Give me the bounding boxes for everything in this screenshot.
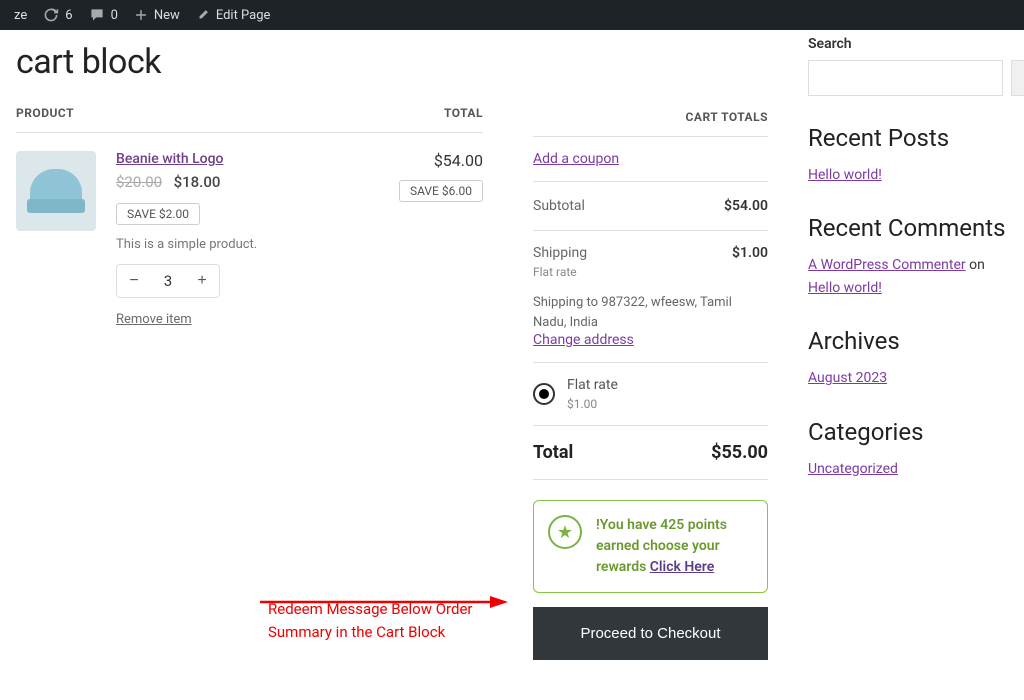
shipping-address: Shipping to 987322, wfeesw, Tamil Nadu, … [533, 293, 768, 332]
flat-rate-label: Flat rate [567, 377, 618, 393]
beanie-icon [30, 169, 82, 213]
proceed-to-checkout-button[interactable]: Proceed to Checkout [533, 607, 768, 660]
reward-click-here-link[interactable]: Click Here [650, 559, 714, 575]
adminbar-new[interactable]: New [126, 0, 188, 30]
subtotal-label: Subtotal [533, 198, 585, 214]
annotation-arrow [260, 592, 510, 612]
plus-icon [134, 8, 148, 22]
total-label: Total [533, 442, 573, 463]
remove-item-link[interactable]: Remove item [116, 312, 379, 327]
comment-post-link[interactable]: Hello world! [808, 280, 882, 296]
line-total: $54.00 [399, 151, 483, 170]
comment-icon [89, 7, 105, 23]
product-description: This is a simple product. [116, 237, 379, 252]
pencil-icon [196, 8, 210, 22]
qty-minus-button[interactable]: − [117, 265, 151, 297]
shipping-method-note: Flat rate [533, 265, 768, 279]
qty-plus-button[interactable]: + [185, 265, 219, 297]
star-icon: ★ [548, 515, 582, 549]
add-coupon-link[interactable]: Add a coupon [533, 151, 619, 167]
adminbar-comments[interactable]: 0 [81, 0, 126, 30]
commenter-link[interactable]: A WordPress Commenter [808, 257, 966, 273]
subtotal-value: $54.00 [724, 198, 768, 214]
cart-item-row: Beanie with Logo $20.00 $18.00 SAVE $2.0… [16, 133, 483, 327]
product-name-link[interactable]: Beanie with Logo [116, 151, 224, 167]
col-product: PRODUCT [16, 106, 74, 120]
line-save-badge: SAVE $6.00 [399, 180, 483, 202]
page-title: cart block [16, 42, 483, 82]
sale-price: $18.00 [174, 173, 221, 191]
quantity-stepper: − 3 + [116, 264, 220, 298]
search-input[interactable] [808, 60, 1003, 96]
search-button[interactable]: Search [1011, 60, 1024, 96]
flat-rate-price: $1.00 [567, 397, 618, 411]
original-price: $20.00 [116, 173, 162, 191]
recent-comments-heading: Recent Comments [808, 214, 1008, 242]
change-address-link[interactable]: Change address [533, 332, 634, 348]
categories-heading: Categories [808, 418, 1008, 446]
search-label: Search [808, 36, 852, 52]
updates-icon [43, 7, 59, 23]
recent-post-link[interactable]: Hello world! [808, 167, 882, 183]
redeem-message-box: ★ !You have 425 points earned choose you… [533, 500, 768, 593]
category-link[interactable]: Uncategorized [808, 461, 898, 477]
save-badge: SAVE $2.00 [116, 203, 200, 225]
product-thumbnail[interactable] [16, 151, 96, 231]
adminbar-edit-page[interactable]: Edit Page [188, 0, 279, 30]
col-total: TOTAL [444, 106, 483, 120]
cart-header: PRODUCT TOTAL [16, 106, 483, 133]
shipping-label: Shipping [533, 245, 587, 261]
shipping-value: $1.00 [732, 245, 768, 261]
adminbar-updates[interactable]: 6 [35, 0, 80, 30]
archive-link[interactable]: August 2023 [808, 370, 887, 386]
qty-value: 3 [151, 272, 185, 290]
flat-rate-radio[interactable] [533, 383, 555, 405]
archives-heading: Archives [808, 327, 1008, 355]
cart-totals-heading: CART TOTALS [533, 110, 768, 137]
recent-posts-heading: Recent Posts [808, 124, 1008, 152]
adminbar-customize-partial[interactable]: ze [6, 0, 35, 30]
total-value: $55.00 [711, 442, 768, 463]
admin-bar: ze 6 0 New Edit Page [0, 0, 1024, 30]
